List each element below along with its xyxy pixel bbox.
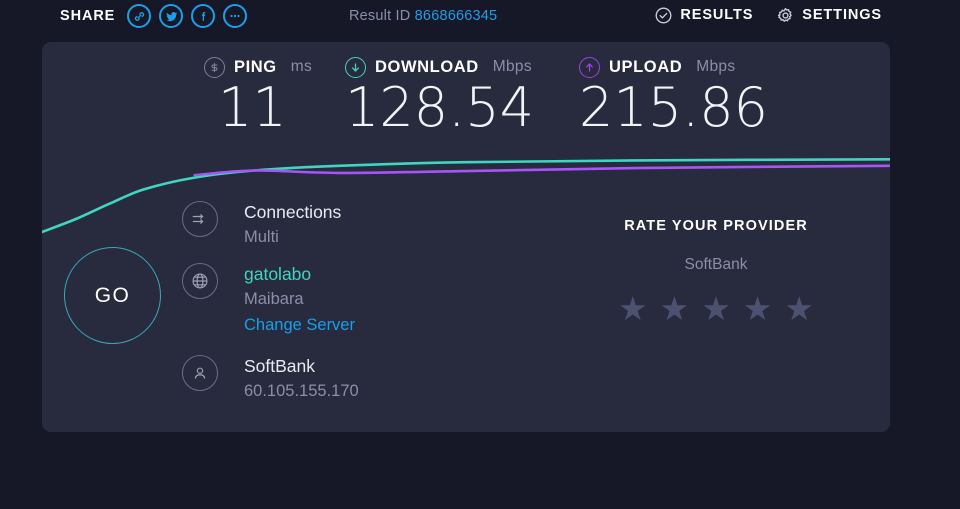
star-5[interactable]: ★ [784, 292, 814, 325]
metric-upload-label: UPLOAD [609, 58, 682, 77]
metric-upload-header: UPLOAD Mbps [579, 56, 768, 78]
check-circle-icon [653, 5, 673, 25]
share-label: SHARE [60, 8, 115, 24]
go-button-label: GO [95, 284, 130, 308]
connections-icon [182, 201, 218, 237]
speedtest-result-page: SHARE [0, 0, 960, 509]
server-location: Maibara [244, 286, 542, 312]
star-rating[interactable]: ★ ★ ★ ★ ★ [542, 292, 890, 325]
metrics-row: PING ms 11 DOWNLOAD Mbps 128.54 [42, 42, 890, 150]
result-id-label: Result ID [349, 8, 410, 24]
globe-icon [182, 263, 218, 299]
download-arrow-icon [345, 57, 366, 78]
metric-download-unit: Mbps [493, 58, 532, 76]
metric-ping-unit: ms [291, 58, 312, 76]
metric-download-header: DOWNLOAD Mbps [345, 56, 534, 78]
rate-provider-title: RATE YOUR PROVIDER [542, 218, 890, 234]
twitter-icon[interactable] [159, 4, 183, 28]
change-server-link[interactable]: Change Server [244, 312, 542, 338]
results-button[interactable]: RESULTS [653, 5, 753, 25]
star-2[interactable]: ★ [660, 292, 690, 325]
upload-arrow-icon [579, 57, 600, 78]
result-id-value[interactable]: 8668666345 [415, 8, 498, 24]
results-label: RESULTS [680, 7, 753, 23]
latency-icon [204, 57, 225, 78]
top-bar: SHARE [0, 0, 960, 34]
link-icon[interactable] [127, 4, 151, 28]
metric-ping-value: 11 [204, 80, 312, 136]
connections-title: Connections [244, 200, 542, 224]
settings-button[interactable]: SETTINGS [775, 5, 882, 25]
more-icon[interactable] [223, 4, 247, 28]
metric-download-label: DOWNLOAD [375, 58, 479, 77]
star-1[interactable]: ★ [618, 292, 648, 325]
server-name[interactable]: gatolabo [244, 262, 542, 286]
facebook-icon[interactable] [191, 4, 215, 28]
star-4[interactable]: ★ [743, 292, 773, 325]
star-3[interactable]: ★ [701, 292, 731, 325]
rate-provider-name: SoftBank [542, 256, 890, 274]
top-right-nav: RESULTS SETTINGS [653, 5, 882, 25]
metric-ping-label: PING [234, 58, 277, 77]
rate-provider-section: RATE YOUR PROVIDER SoftBank ★ ★ ★ ★ ★ [542, 218, 890, 325]
isp-ip-address: 60.105.155.170 [244, 378, 542, 404]
result-id: Result ID 8668666345 [349, 8, 497, 24]
metric-upload-unit: Mbps [696, 58, 735, 76]
connection-info: Connections Multi gatolabo Maibara Chang… [182, 200, 542, 416]
connections-row: Connections Multi [182, 200, 542, 262]
server-row: gatolabo Maibara Change Server [182, 262, 542, 354]
share-group: SHARE [60, 4, 247, 28]
connections-value: Multi [244, 224, 542, 250]
metric-upload-value: 215.86 [579, 80, 768, 136]
metric-download: DOWNLOAD Mbps 128.54 [345, 56, 534, 136]
metric-upload: UPLOAD Mbps 215.86 [579, 56, 768, 136]
metric-ping-header: PING ms [204, 56, 312, 78]
gear-icon [775, 5, 795, 25]
metric-download-value: 128.54 [345, 80, 534, 136]
metric-ping: PING ms 11 [204, 56, 312, 136]
person-icon [182, 355, 218, 391]
result-panel: PING ms 11 DOWNLOAD Mbps 128.54 [42, 42, 890, 432]
isp-row: SoftBank 60.105.155.170 [182, 354, 542, 416]
go-button[interactable]: GO [64, 247, 161, 344]
isp-name: SoftBank [244, 354, 542, 378]
settings-label: SETTINGS [802, 7, 882, 23]
